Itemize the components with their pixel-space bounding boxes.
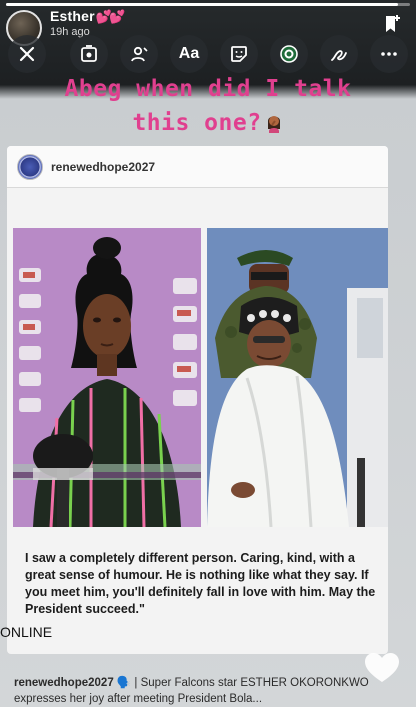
post-caption: renewedhope2027 🗣️ | Super Falcons star … (14, 675, 374, 707)
draw-button[interactable] (320, 35, 358, 73)
more-button[interactable] (370, 35, 408, 73)
close-icon (19, 46, 35, 62)
president-photo (207, 228, 388, 527)
mention-icon (131, 46, 148, 62)
post-avatar[interactable] (17, 154, 43, 180)
mention-button[interactable] (120, 35, 158, 73)
story-caption: Abeg when did I talk this one? (0, 72, 416, 140)
heart-icon[interactable] (364, 652, 400, 684)
online-label: ONLINE (0, 624, 53, 640)
text-tool-button[interactable]: Aa (170, 35, 208, 73)
caption-line-1: Abeg when did I talk (64, 76, 352, 102)
more-icon (381, 52, 397, 56)
post-username[interactable]: renewedhope2027 (51, 160, 155, 174)
bookmark-add-icon[interactable] (382, 14, 402, 34)
text-icon: Aa (178, 45, 200, 62)
shared-post-card[interactable]: renewedhope2027 I saw a completely diffe… (7, 146, 388, 654)
player-interview-photo (13, 228, 201, 527)
post-header: renewedhope2027 (7, 146, 388, 188)
username-text: Esther (50, 8, 95, 24)
badge-button[interactable] (270, 35, 308, 73)
post-quote: I saw a completely different person. Car… (25, 551, 376, 616)
facepalm-emoji-icon (267, 116, 280, 133)
caption-line-2: this one? (0, 106, 416, 140)
sticker-button[interactable] (220, 35, 258, 73)
story-viewer: Esther💕💕 19h ago Aa Abeg when did I talk… (0, 0, 416, 707)
draw-icon (331, 50, 347, 61)
media-icon (81, 45, 97, 62)
media-button[interactable] (70, 35, 108, 73)
footer-username[interactable]: renewedhope2027 (14, 677, 114, 689)
story-toolbar: Aa (6, 35, 410, 75)
caption-line-2-text: this one? (132, 110, 262, 136)
close-button[interactable] (8, 35, 46, 73)
hearts-emoji: 💕💕 (95, 9, 125, 24)
story-username[interactable]: Esther💕💕 (50, 8, 125, 25)
badge-icon (280, 45, 298, 63)
sticker-icon (231, 46, 247, 62)
